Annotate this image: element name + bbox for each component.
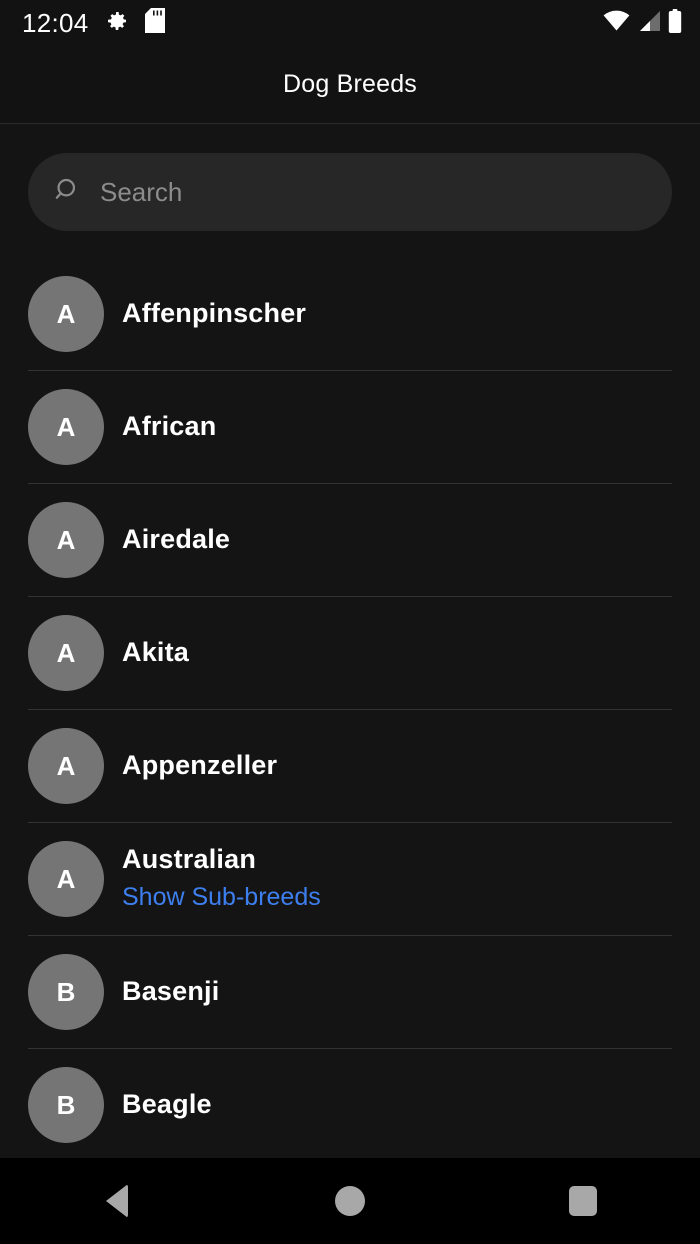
list-item-texts: Akita (122, 636, 190, 668)
search-bar[interactable] (28, 153, 672, 231)
breed-name: Akita (122, 636, 190, 667)
breed-name: Affenpinscher (122, 297, 307, 328)
list-item[interactable]: A African (0, 370, 700, 483)
list-item[interactable]: B Beagle (0, 1048, 700, 1158)
breed-name: Beagle (122, 1088, 212, 1119)
status-bar-right (603, 8, 682, 38)
avatar: A (28, 614, 104, 691)
sd-card-icon (144, 8, 165, 38)
status-bar-left: 12:04 (22, 8, 165, 38)
wifi-icon (603, 10, 630, 37)
list-item[interactable]: B Basenji (0, 935, 700, 1048)
list-item-texts: Beagle (122, 1088, 212, 1120)
page-title: Dog Breeds (282, 70, 418, 98)
home-icon (334, 1186, 365, 1216)
list-item-texts: Affenpinscher (122, 297, 307, 329)
list-item[interactable]: A Akita (0, 596, 700, 709)
list-item-texts: Appenzeller (122, 749, 278, 781)
avatar: B (28, 953, 104, 1030)
avatar: A (28, 727, 104, 804)
status-bar: 12:04 (0, 0, 700, 46)
search-container (0, 124, 700, 231)
cellular-signal-icon (637, 10, 661, 37)
list-item[interactable]: A Affenpinscher (0, 257, 700, 370)
breed-list: A Affenpinscher A African A Airedale A A… (0, 231, 700, 1158)
breed-name: Basenji (122, 975, 220, 1006)
list-item-texts: African (122, 410, 217, 442)
phone-screen: 12:04 Dog Breeds Search A Affenpinscher … (0, 0, 700, 1244)
battery-icon (668, 8, 682, 38)
avatar: A (28, 840, 104, 917)
recents-icon (569, 1186, 598, 1216)
avatar: A (28, 501, 104, 578)
home-button[interactable] (290, 1158, 410, 1244)
avatar: B (28, 1066, 104, 1143)
android-nav-bar (0, 1158, 700, 1244)
recents-button[interactable] (523, 1158, 643, 1244)
list-item[interactable]: A Australian Show Sub-breeds (0, 822, 700, 935)
scroll-content[interactable]: A Affenpinscher A African A Airedale A (0, 124, 700, 1158)
status-bar-clock: 12:04 (22, 8, 89, 38)
show-sub-breeds-link[interactable]: Show Sub-breeds (122, 884, 321, 912)
breed-name: Appenzeller (122, 749, 278, 780)
search-input[interactable] (100, 176, 646, 208)
gear-icon (105, 9, 129, 38)
avatar: A (28, 275, 104, 352)
back-icon (105, 1184, 128, 1218)
list-item[interactable]: A Airedale (0, 483, 700, 596)
list-item-texts: Airedale (122, 523, 231, 555)
list-item-texts: Australian Show Sub-breeds (122, 845, 321, 911)
breed-name: African (122, 410, 217, 441)
avatar: A (28, 388, 104, 465)
app-bar: Dog Breeds (0, 46, 700, 124)
breed-name: Australian (122, 844, 257, 875)
search-icon (54, 176, 82, 209)
list-item[interactable]: A Appenzeller (0, 709, 700, 822)
back-button[interactable] (57, 1158, 177, 1244)
breed-name: Airedale (122, 523, 231, 554)
list-item-texts: Basenji (122, 975, 220, 1007)
